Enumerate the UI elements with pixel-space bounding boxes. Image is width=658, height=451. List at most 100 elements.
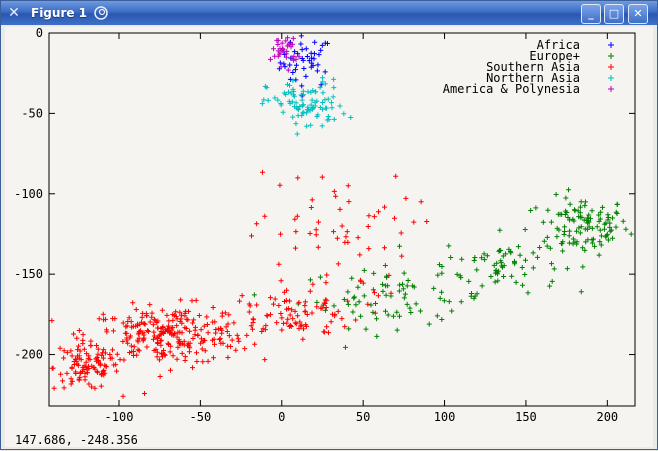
data-point (328, 319, 334, 325)
window-title: Figure 1 (31, 6, 88, 20)
data-point (267, 312, 273, 318)
data-point (295, 113, 301, 119)
data-point (605, 212, 611, 218)
data-point (244, 332, 250, 338)
data-point (628, 231, 634, 237)
data-point (324, 324, 330, 330)
title-bar[interactable]: ✕ Figure 1 _ □ ✕ (1, 1, 657, 25)
data-point (295, 313, 301, 319)
data-point (322, 97, 328, 103)
data-point (513, 279, 519, 285)
data-point (249, 326, 255, 332)
data-point (151, 329, 157, 335)
data-point (339, 223, 345, 229)
data-point (315, 244, 321, 250)
data-point (596, 252, 602, 258)
maximize-button[interactable]: □ (604, 4, 624, 24)
data-point (519, 264, 525, 270)
y-tick-label: -100 (14, 187, 43, 201)
data-point (554, 234, 560, 240)
plot-canvas[interactable]: -100 -50 0 50 100 150 200 0 -50 -100 -150 -200 Afri… (5, 26, 653, 447)
data-point (488, 274, 494, 280)
data-point (68, 381, 74, 387)
data-point (234, 332, 240, 338)
data-point (95, 351, 101, 357)
data-point (185, 317, 191, 323)
x-tick-label: 150 (515, 410, 537, 424)
data-point (613, 224, 619, 230)
data-point (303, 46, 309, 52)
data-point (571, 207, 577, 213)
series-africa (276, 33, 330, 99)
data-point (51, 385, 57, 391)
data-point (553, 191, 559, 197)
data-point (57, 345, 63, 351)
data-point (548, 219, 554, 225)
x-tick-label: 100 (434, 410, 456, 424)
data-point (328, 100, 334, 106)
minimize-button[interactable]: _ (581, 4, 601, 24)
data-point (316, 219, 322, 225)
data-point (301, 66, 307, 72)
data-point (285, 67, 291, 73)
data-point (271, 301, 277, 307)
data-point (544, 234, 550, 240)
data-point (267, 56, 273, 62)
data-point (239, 293, 245, 299)
data-point (237, 298, 243, 304)
data-point (337, 103, 343, 109)
x-logo-icon[interactable]: ✕ (6, 5, 22, 21)
data-point (246, 309, 252, 315)
data-point (205, 358, 211, 364)
data-point (522, 271, 528, 277)
data-point (313, 227, 319, 233)
data-point (567, 228, 573, 234)
data-point (394, 327, 400, 333)
data-point (331, 76, 337, 82)
data-point (495, 278, 501, 284)
data-point (325, 96, 331, 102)
data-point (231, 320, 237, 326)
data-point (525, 290, 531, 296)
data-point (49, 365, 55, 371)
data-point (294, 131, 300, 137)
data-point (329, 105, 335, 111)
data-point (71, 331, 77, 337)
maximize-icon: □ (608, 7, 620, 20)
data-point (474, 267, 480, 273)
legend-marker (608, 64, 614, 70)
data-point (315, 62, 321, 68)
close-button[interactable]: ✕ (628, 4, 648, 24)
data-point (372, 310, 378, 316)
data-point (114, 351, 120, 357)
scatter-chart[interactable]: -100 -50 0 50 100 150 200 0 -50 -100 -150 -200 Afri… (5, 26, 653, 447)
data-point (225, 343, 231, 349)
data-point (225, 355, 231, 361)
data-point (390, 313, 396, 319)
data-point (252, 341, 258, 347)
data-point (314, 68, 320, 74)
data-point (371, 214, 377, 220)
data-point (580, 264, 586, 270)
y-tick-label: -150 (14, 267, 43, 281)
data-point (509, 273, 515, 279)
cursor-coordinates: 147.686, -248.356 (15, 433, 138, 447)
data-point (159, 307, 165, 313)
data-point (562, 224, 568, 230)
data-point (170, 353, 176, 359)
data-point (299, 83, 305, 89)
data-point (178, 316, 184, 322)
data-point (535, 254, 541, 260)
data-point (308, 122, 314, 128)
data-point (393, 173, 399, 179)
data-point (517, 252, 523, 258)
data-point (458, 299, 464, 305)
data-point (344, 229, 350, 235)
data-point (515, 244, 521, 250)
data-point (278, 311, 284, 317)
data-point (310, 281, 316, 287)
legend: AfricaEurope+Southern AsiaNorthern AsiaA… (443, 38, 614, 96)
data-point (100, 311, 106, 317)
data-point (64, 370, 70, 376)
data-point (293, 62, 299, 68)
